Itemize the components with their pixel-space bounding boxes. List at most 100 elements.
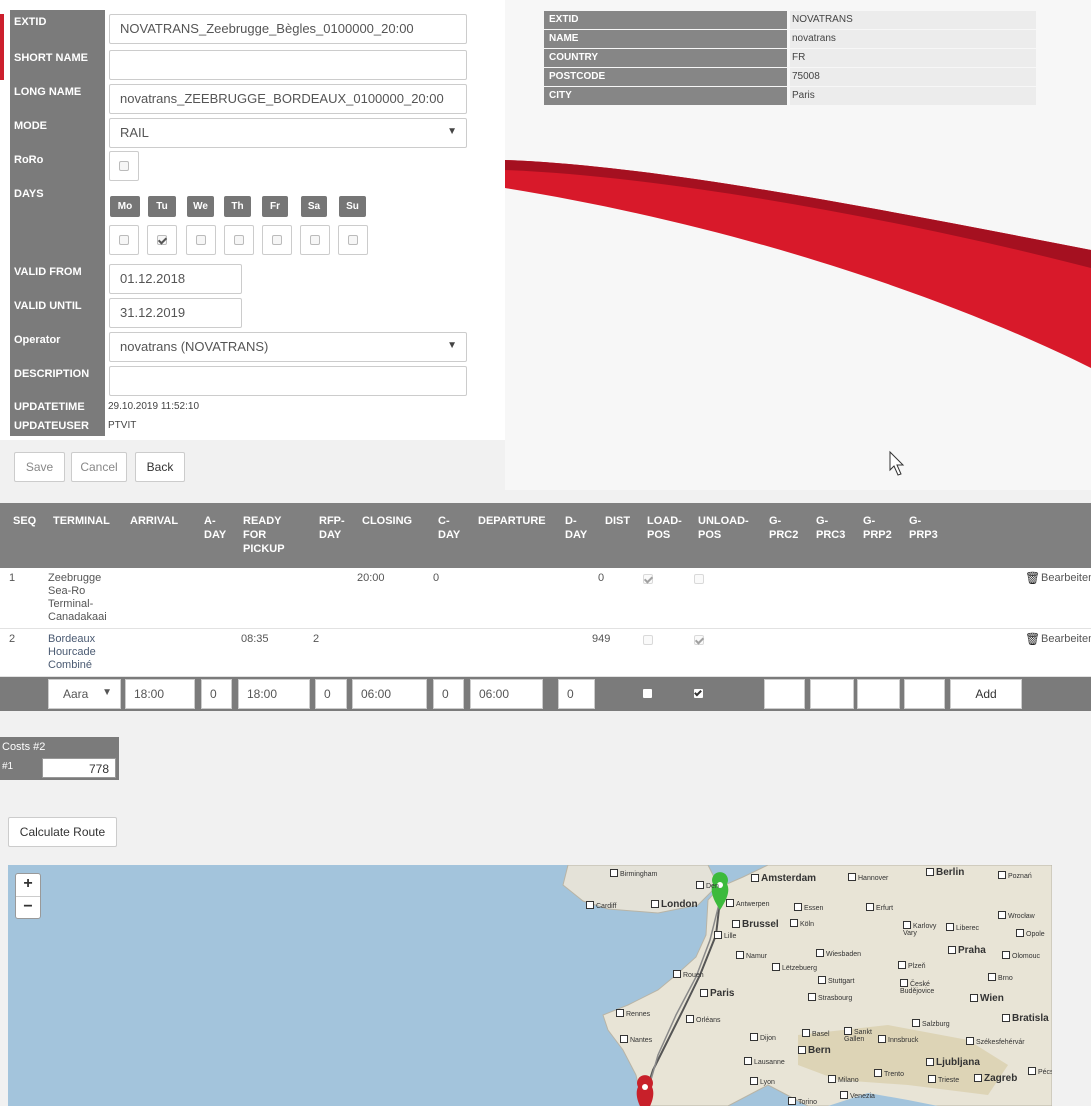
label-description: DESCRIPTION bbox=[10, 362, 105, 398]
edit-link[interactable]: Bearbeiten bbox=[1041, 633, 1091, 645]
g-prc2-input[interactable] bbox=[764, 679, 805, 709]
map-city-label: Birmingham bbox=[610, 869, 657, 878]
row-roro: RoRo bbox=[0, 148, 505, 184]
row-short-name: SHORT NAME bbox=[0, 46, 505, 82]
label-mode: MODE bbox=[10, 114, 105, 150]
day-badge-mo: Mo bbox=[110, 196, 140, 217]
calculate-route-button[interactable]: Calculate Route bbox=[8, 817, 117, 847]
cancel-button[interactable]: Cancel bbox=[71, 452, 127, 482]
info-row-extid: EXTID NOVATRANS bbox=[544, 11, 1036, 29]
trash-icon[interactable]: 🗑 bbox=[1025, 632, 1040, 646]
info-row-postcode: POSTCODE 75008 bbox=[544, 68, 1036, 86]
row-updateuser: UPDATEUSER PTVIT bbox=[0, 417, 505, 436]
map-city-label: Salzburg bbox=[912, 1019, 950, 1028]
description-input[interactable] bbox=[109, 366, 467, 396]
costs-value-input[interactable]: 778 bbox=[42, 758, 116, 778]
info-row-city: CITY Paris bbox=[544, 87, 1036, 105]
schedule-table-header: SEQ TERMINAL ARRIVAL A- DAY READY FOR PI… bbox=[0, 503, 1091, 568]
row-unload-checkbox[interactable] bbox=[694, 573, 704, 587]
th-closing: CLOSING bbox=[362, 515, 413, 527]
arrival-input[interactable]: 18:00 bbox=[125, 679, 195, 709]
zoom-out-button[interactable]: − bbox=[16, 896, 40, 918]
a-day-input[interactable]: 0 bbox=[201, 679, 232, 709]
day-checkbox-mo[interactable] bbox=[109, 225, 139, 255]
rfp-day-input[interactable]: 0 bbox=[315, 679, 347, 709]
th-g-prc2: G- PRC2 bbox=[769, 515, 799, 541]
map-city-label: Torino bbox=[788, 1097, 817, 1106]
map-city-label: Karlovy Vary bbox=[903, 923, 937, 937]
terminal-select-value: Aara bbox=[63, 687, 89, 701]
day-checkbox-we[interactable] bbox=[186, 225, 216, 255]
map-city-label: Cardiff bbox=[586, 901, 617, 910]
valid-from-input[interactable]: 01.12.2018 bbox=[109, 264, 242, 294]
ready-input[interactable]: 18:00 bbox=[238, 679, 310, 709]
departure-input[interactable]: 06:00 bbox=[470, 679, 543, 709]
table-row: 1 Zeebrugge Sea-Ro Terminal- Canadakaai … bbox=[0, 568, 1091, 629]
row-long-name: LONG NAME novatrans_ZEEBRUGGE_BORDEAUX_0… bbox=[0, 80, 505, 116]
day-checkbox-sa[interactable] bbox=[300, 225, 330, 255]
row-operator: Operator novatrans (NOVATRANS) ▼ bbox=[0, 328, 505, 362]
valid-until-input[interactable]: 31.12.2019 bbox=[109, 298, 242, 328]
extid-input[interactable]: NOVATRANS_Zeebrugge_Bègles_0100000_20:00 bbox=[109, 14, 467, 44]
zoom-in-button[interactable]: + bbox=[16, 874, 40, 896]
th-ready-for-pickup: READY FOR PICKUP bbox=[243, 515, 285, 555]
back-button[interactable]: Back bbox=[135, 452, 185, 482]
long-name-input[interactable]: novatrans_ZEEBRUGGE_BORDEAUX_0100000_20:… bbox=[109, 84, 467, 114]
edit-link[interactable]: Bearbeiten bbox=[1041, 572, 1091, 584]
closing-input[interactable]: 06:00 bbox=[352, 679, 427, 709]
c-day-input[interactable]: 0 bbox=[433, 679, 464, 709]
d-day-input[interactable]: 0 bbox=[558, 679, 595, 709]
map-city-label: Hannover bbox=[848, 873, 888, 882]
label-extid: EXTID bbox=[10, 10, 105, 46]
th-dist: DIST bbox=[605, 515, 631, 527]
row-valid-from: VALID FROM 01.12.2018 bbox=[0, 260, 505, 294]
terminal-select[interactable]: Aara ▼ bbox=[48, 679, 121, 709]
add-button[interactable]: Add bbox=[950, 679, 1022, 709]
g-prc3-input[interactable] bbox=[810, 679, 854, 709]
unload-pos-checkbox[interactable] bbox=[694, 689, 703, 698]
map-city-label: Stuttgart bbox=[818, 976, 854, 985]
map-city-label: Venezia bbox=[840, 1091, 875, 1100]
map-city-label: Pécs bbox=[1028, 1067, 1052, 1076]
g-prp3-input[interactable] bbox=[904, 679, 945, 709]
g-prp2-input[interactable] bbox=[857, 679, 900, 709]
label-valid-from: VALID FROM bbox=[10, 260, 105, 294]
th-arrival: ARRIVAL bbox=[130, 515, 179, 527]
costs-title: Costs #2 bbox=[0, 737, 119, 757]
mode-select-value: RAIL bbox=[120, 125, 149, 140]
short-name-input[interactable] bbox=[109, 50, 467, 80]
day-checkbox-fr[interactable] bbox=[262, 225, 292, 255]
operator-select[interactable]: novatrans (NOVATRANS) ▼ bbox=[109, 332, 467, 362]
day-checkbox-su[interactable] bbox=[338, 225, 368, 255]
map-city-label: Dijon bbox=[750, 1033, 776, 1042]
info-row-country: COUNTRY FR bbox=[544, 49, 1036, 67]
chevron-down-icon: ▼ bbox=[447, 340, 457, 351]
chevron-down-icon: ▼ bbox=[447, 126, 457, 137]
map-city-label: Namur bbox=[736, 951, 767, 960]
day-checkbox-th[interactable] bbox=[224, 225, 254, 255]
row-mode: MODE RAIL ▼ bbox=[0, 114, 505, 150]
mode-select[interactable]: RAIL ▼ bbox=[109, 118, 467, 148]
row-unload-checkbox[interactable] bbox=[694, 634, 704, 648]
roro-checkbox[interactable] bbox=[109, 151, 139, 181]
route-map[interactable]: + − Birmingham Cardiff London Den Amster… bbox=[8, 865, 1052, 1106]
label-short-name: SHORT NAME bbox=[10, 46, 105, 82]
map-city-label: Antwerpen bbox=[726, 899, 769, 908]
row-seq: 1 bbox=[9, 572, 16, 584]
save-button[interactable]: Save bbox=[14, 452, 65, 482]
row-ready: 08:35 bbox=[241, 633, 269, 645]
end-pin-icon[interactable] bbox=[636, 1075, 654, 1106]
trash-icon[interactable]: 🗑 bbox=[1025, 571, 1040, 585]
load-pos-checkbox[interactable] bbox=[643, 689, 652, 698]
map-city-label: Rennes bbox=[616, 1009, 650, 1018]
row-load-checkbox[interactable] bbox=[643, 634, 653, 648]
th-g-prc3: G- PRC3 bbox=[816, 515, 846, 541]
map-city-label: Basel bbox=[802, 1029, 830, 1038]
row-load-checkbox[interactable] bbox=[643, 573, 653, 587]
map-city-label: Praha bbox=[948, 945, 986, 956]
map-city-label: Zagreb bbox=[974, 1073, 1017, 1084]
map-city-label: Brussel bbox=[732, 919, 779, 930]
costs-body: #1 778 bbox=[0, 757, 119, 780]
day-checkbox-tu[interactable] bbox=[147, 225, 177, 255]
map-city-label: Poznań bbox=[998, 871, 1032, 880]
